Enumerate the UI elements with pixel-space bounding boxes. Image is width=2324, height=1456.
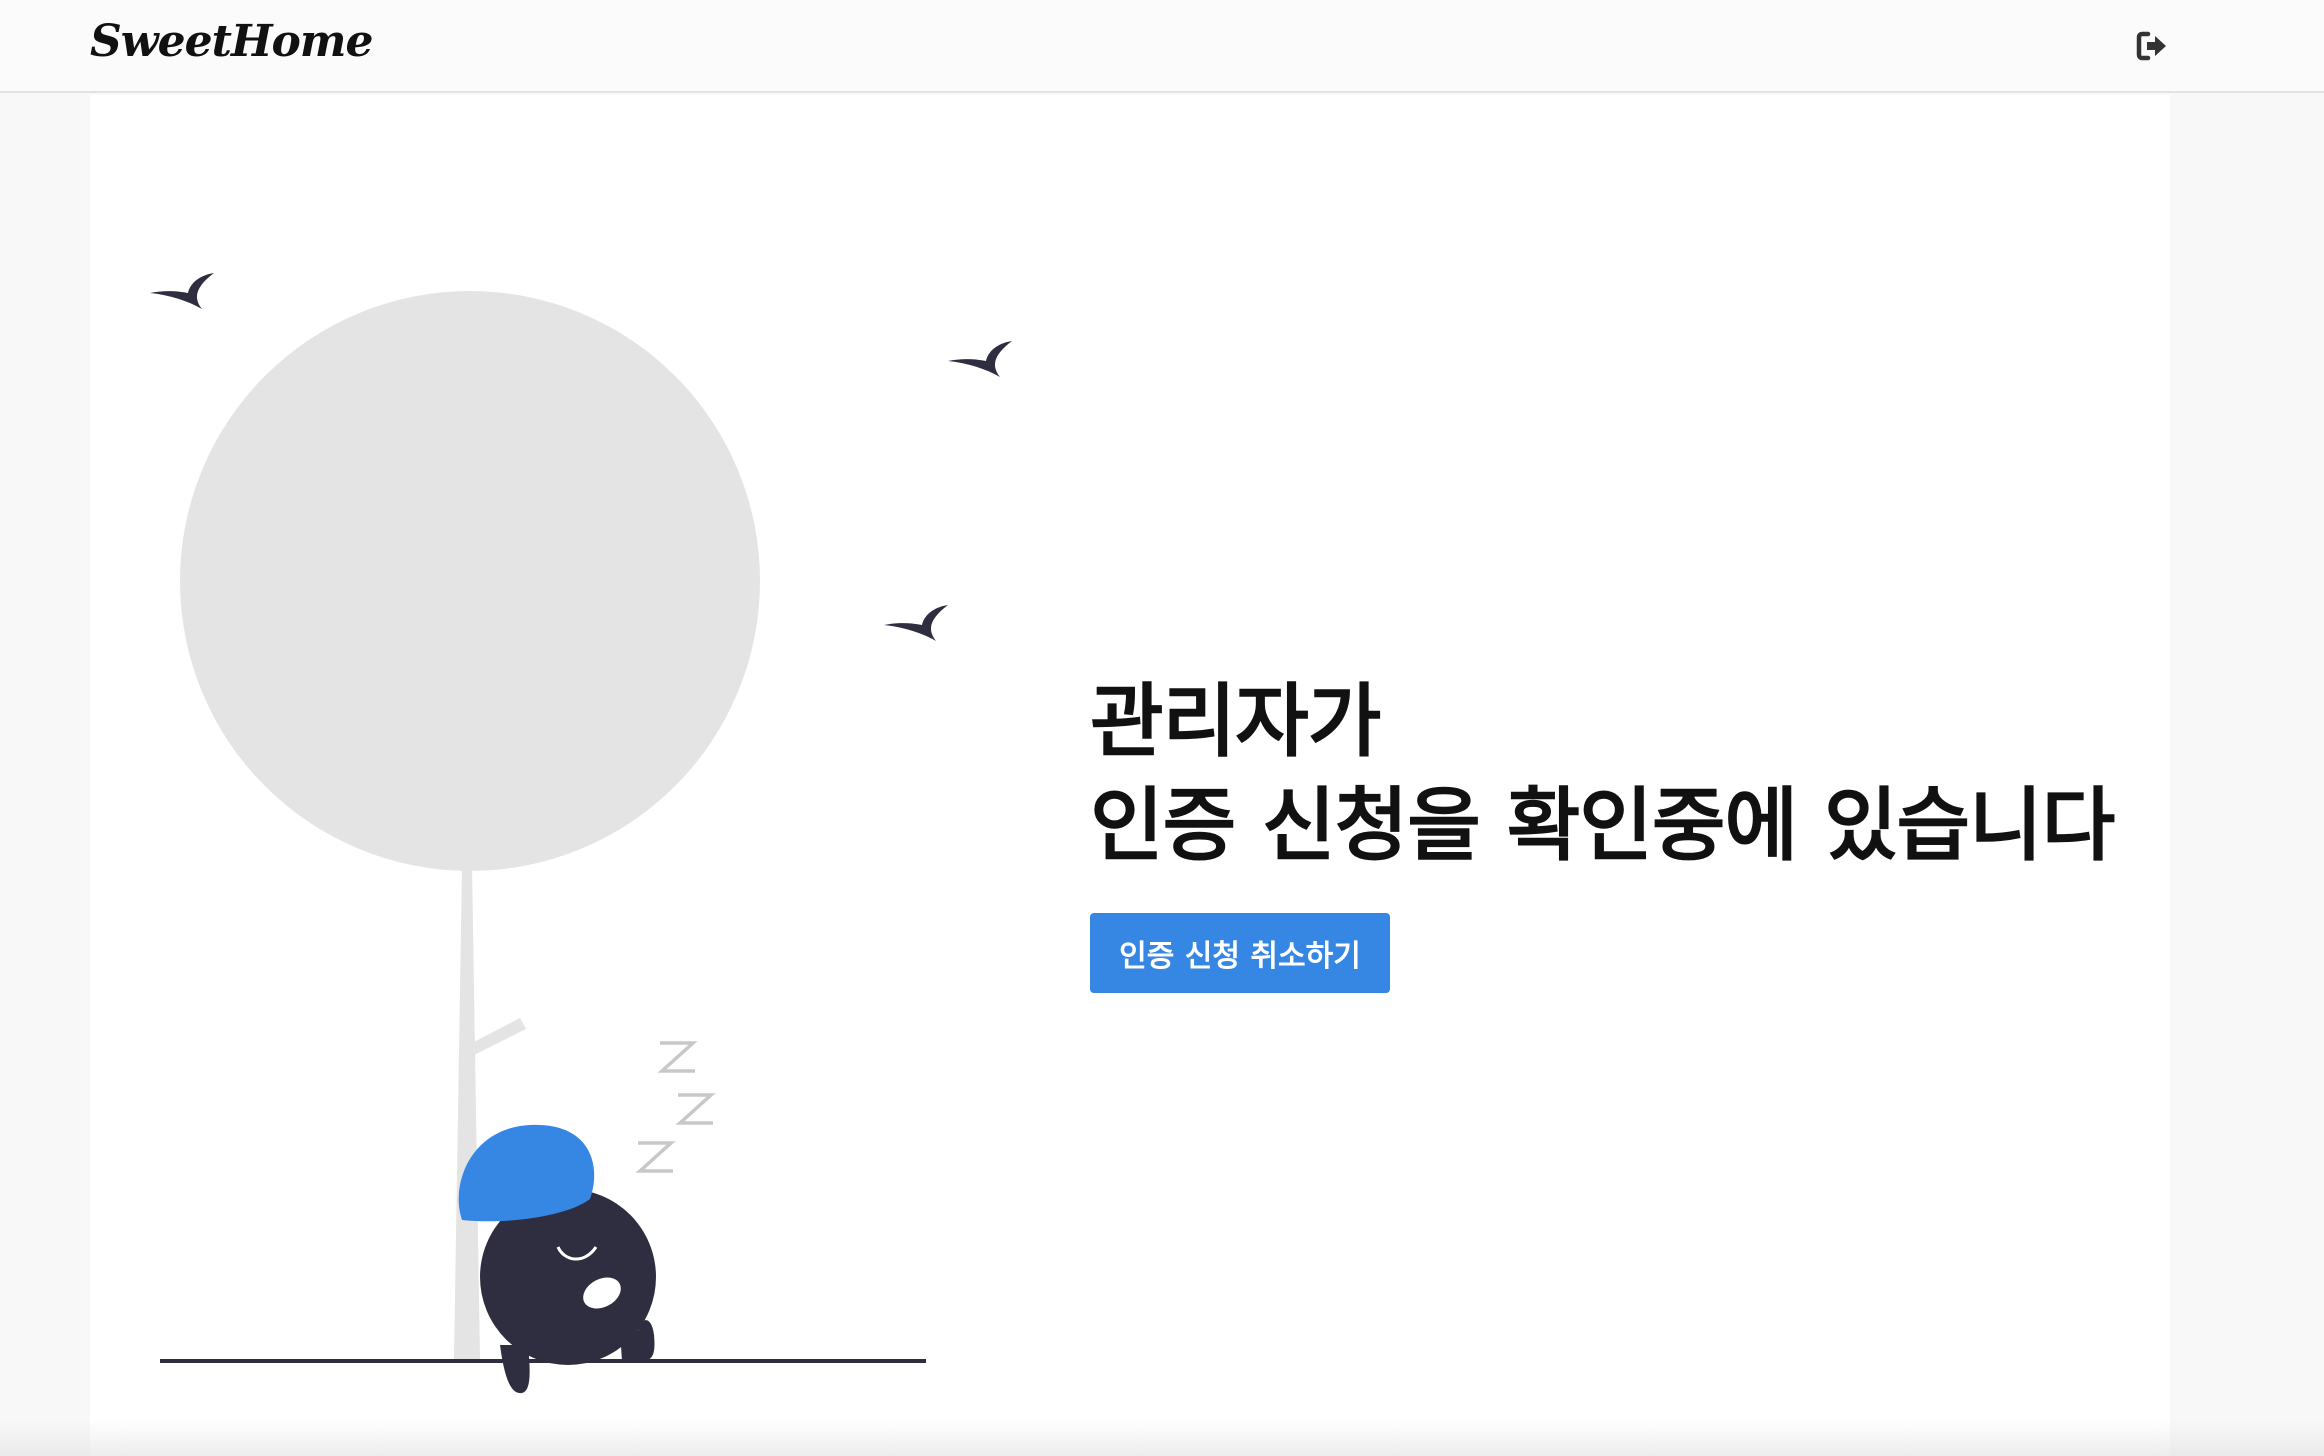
tree-trunk — [454, 865, 480, 1360]
zzz-3 — [635, 1141, 676, 1173]
tree-canopy — [180, 291, 760, 871]
character-foot-left — [500, 1345, 530, 1394]
bird-2 — [948, 341, 1012, 377]
sleeping-character-illustration — [150, 273, 1012, 1394]
sign-out-icon — [2136, 31, 2166, 61]
status-message: 관리자가 인증 신청을 확인중에 있습니다 — [1090, 670, 2115, 878]
bird-3 — [884, 605, 948, 641]
tree-branch — [474, 1018, 526, 1055]
top-navbar: SweetHome — [0, 0, 2324, 93]
character-hat — [458, 1124, 595, 1222]
main-content: 관리자가 인증 신청을 확인중에 있습니다 인증 신청 취소하기 — [90, 95, 2170, 1456]
message-line-2: 인증 신청을 확인중에 있습니다 — [1090, 779, 2115, 872]
zzz-2 — [675, 1093, 716, 1125]
zzz-marks — [635, 1041, 716, 1173]
app-logo[interactable]: SweetHome — [90, 14, 373, 70]
logout-button[interactable] — [2132, 26, 2172, 66]
zzz-1 — [657, 1041, 698, 1073]
bird-1 — [150, 273, 214, 309]
message-line-1: 관리자가 — [1090, 675, 1381, 768]
cancel-request-button[interactable]: 인증 신청 취소하기 — [1090, 913, 1390, 993]
